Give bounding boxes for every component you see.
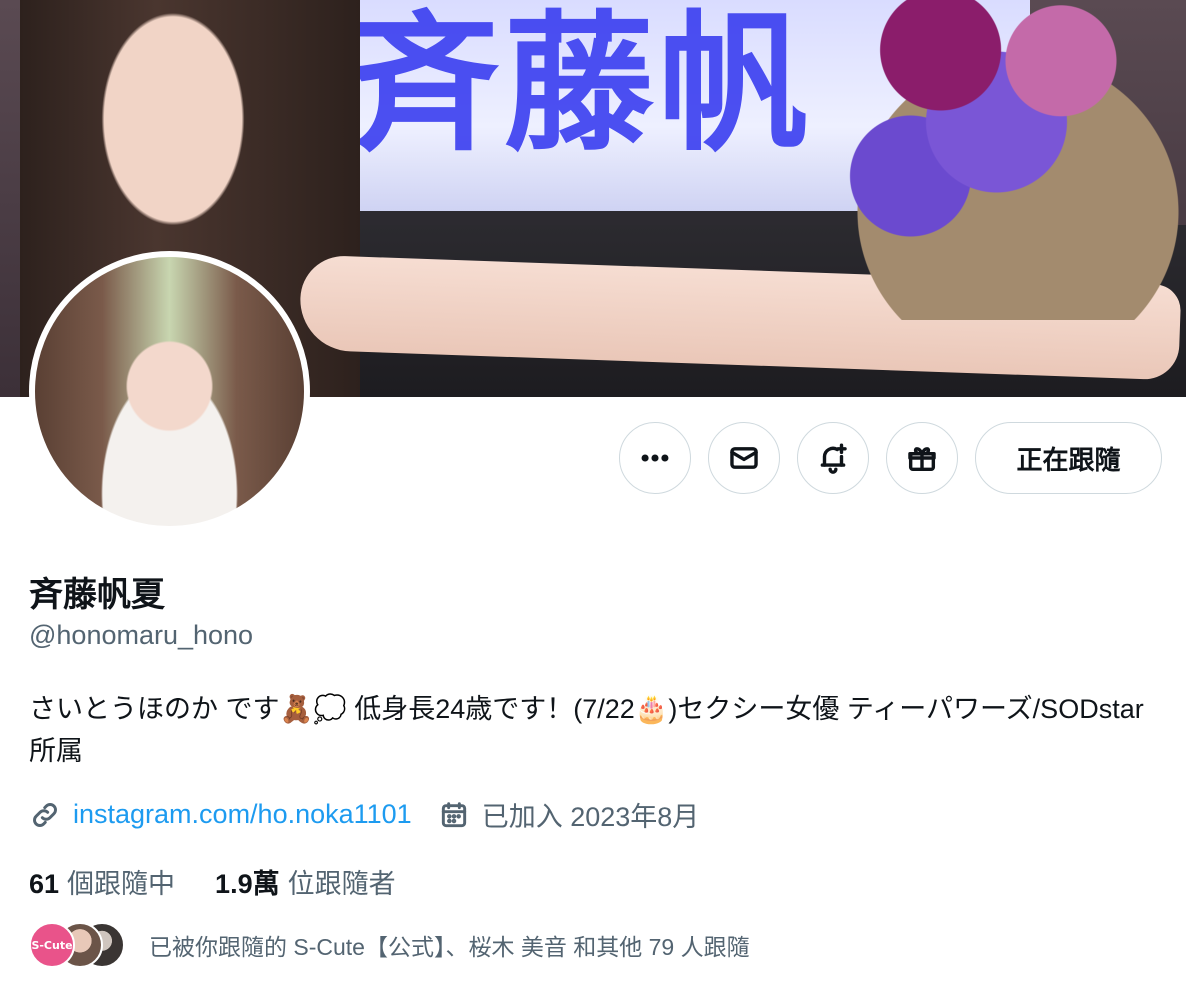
profile-meta: instagram.com/ho.noka1101 已加入 2023年8月 xyxy=(29,795,725,834)
followers-stat[interactable]: 1.9萬 位跟隨者 xyxy=(215,862,396,901)
display-name: 斉藤帆夏 xyxy=(29,575,165,615)
envelope-icon xyxy=(730,447,758,469)
following-label: 個跟隨中 xyxy=(67,869,176,899)
following-button[interactable]: 正在跟隨 xyxy=(975,422,1162,494)
joined-date-item: 已加入 2023年8月 xyxy=(438,795,700,834)
gift-icon xyxy=(908,447,936,472)
following-stat[interactable]: 61 個跟隨中 xyxy=(29,862,175,901)
bell-plus-icon xyxy=(820,443,847,474)
profile-actions: 正在跟隨 xyxy=(619,422,1162,494)
notify-button[interactable] xyxy=(797,422,869,494)
followers-label: 位跟隨者 xyxy=(287,869,396,899)
profile-link-item: instagram.com/ho.noka1101 xyxy=(29,799,412,831)
gift-button[interactable] xyxy=(886,422,958,494)
follower-avatar-scute: S-Cute xyxy=(29,922,75,968)
following-count: 61 xyxy=(29,869,60,899)
profile-stats: 61 個跟隨中 1.9萬 位跟隨者 xyxy=(29,862,436,901)
banner-screen-text: 斉藤帆 xyxy=(350,0,813,172)
calendar-icon xyxy=(441,801,466,827)
joined-date: 已加入 2023年8月 xyxy=(481,802,700,832)
followed-by-avatars: S-Cute xyxy=(29,922,129,968)
more-button[interactable] xyxy=(619,422,691,494)
profile-avatar[interactable] xyxy=(29,251,310,532)
more-horizontal-icon xyxy=(641,454,669,462)
followed-by-row[interactable]: S-Cute 已被你跟隨的 S-Cute【公式】、桜木 美音 和其他 79 人跟… xyxy=(29,922,750,968)
username-handle: @honomaru_hono xyxy=(29,620,254,650)
profile-bio: さいとうほのか です🧸💭 低身長24歳です！(7/22🎂)セクシー女優 ティーパ… xyxy=(29,694,1144,766)
message-button[interactable] xyxy=(708,422,780,494)
followed-by-text[interactable]: 已被你跟隨的 S-Cute【公式】、桜木 美音 和其他 79 人跟隨 xyxy=(149,928,750,962)
profile-website-link[interactable]: instagram.com/ho.noka1101 xyxy=(73,799,412,830)
banner-bouquet xyxy=(760,0,1186,320)
followers-count: 1.9萬 xyxy=(215,869,280,899)
link-icon xyxy=(33,802,57,827)
